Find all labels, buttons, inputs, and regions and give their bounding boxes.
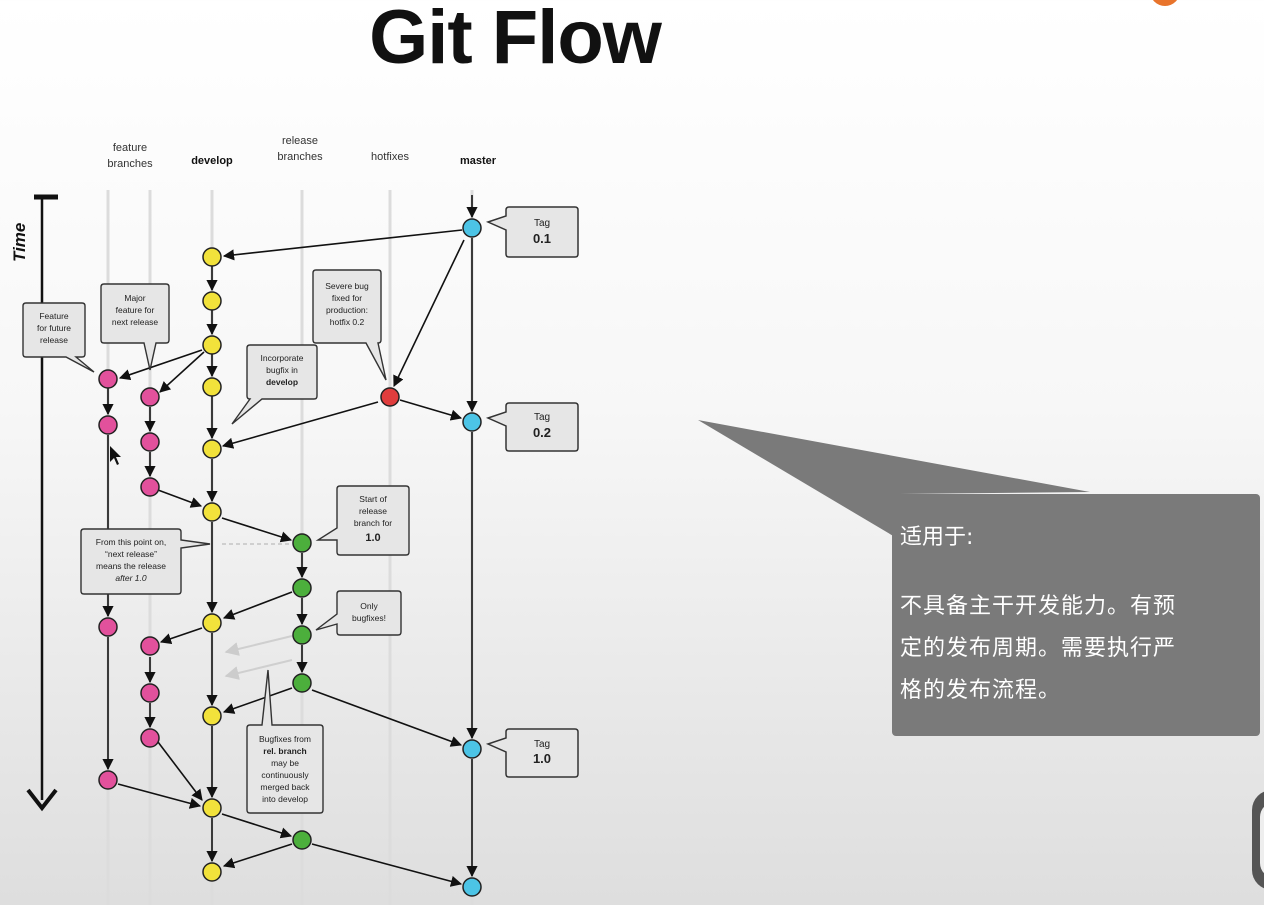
release-commit (292, 578, 312, 598)
tag-0-2-label: Tag (534, 412, 550, 423)
note-from-this-point-on: From this point on, “next release” means… (80, 528, 211, 595)
develop-commit (202, 439, 222, 459)
svg-text:means the release: means the release (96, 561, 166, 571)
column-header-develop: develop (191, 155, 233, 167)
callout-line: 定的发布周期。需要执行严 (900, 636, 1177, 661)
feature-commit (98, 415, 118, 435)
svg-text:into develop: into develop (262, 794, 308, 804)
svg-text:release: release (359, 506, 387, 516)
svg-text:continuously: continuously (261, 770, 309, 780)
column-header-master: master (460, 155, 497, 167)
svg-text:production:: production: (326, 305, 368, 315)
develop-commit (202, 247, 222, 267)
svg-text:Only: Only (360, 601, 378, 611)
svg-text:bugfix in: bugfix in (266, 365, 298, 375)
feature-commit (98, 770, 118, 790)
svg-text:Major: Major (124, 293, 145, 303)
svg-text:release: release (40, 335, 68, 345)
column-header-release-2: branches (277, 151, 323, 163)
develop-commit (202, 706, 222, 726)
callout-box: 适用于: 不具备主干开发能力。有预 定的发布周期。需要执行严 格的发布流程。 (892, 494, 1260, 736)
callout-heading: 适用于: (900, 525, 974, 550)
master-commit (462, 218, 482, 238)
tag-0-1-label: Tag (534, 218, 550, 229)
svg-text:Feature: Feature (39, 311, 69, 321)
develop-commit (202, 502, 222, 522)
develop-commit (202, 613, 222, 633)
feature-commit (140, 683, 160, 703)
svg-text:bugfixes!: bugfixes! (352, 613, 386, 623)
note-feature-for-future-release: Feature for future release (22, 302, 95, 373)
tag-1-0-version: 1.0 (533, 751, 551, 766)
develop-commit (202, 862, 222, 882)
svg-text:branch for: branch for (354, 518, 392, 528)
column-header-feature-2: branches (107, 158, 153, 170)
svg-text:may be: may be (271, 758, 299, 768)
develop-commit (202, 377, 222, 397)
release-commit (292, 830, 312, 850)
svg-text:Start of: Start of (359, 494, 387, 504)
tag-0-2: Tag 0.2 (485, 402, 579, 452)
column-header-release: release (282, 135, 318, 147)
callout-line: 不具备主干开发能力。有预 (900, 594, 1177, 619)
column-header-feature: feature (113, 142, 147, 154)
feature-commit (140, 477, 160, 497)
note-start-of-release: Start of release branch for 1.0 (315, 485, 410, 556)
time-axis: Time (10, 194, 58, 812)
callout-line: 格的发布流程。 (900, 678, 1062, 703)
svg-text:feature for: feature for (116, 305, 155, 315)
note-major-feature: Major feature for next release (100, 283, 170, 371)
note-severe-bug: Severe bug fixed for production: hotfix … (312, 269, 387, 381)
svg-text:merged back: merged back (260, 782, 310, 792)
develop-commit (202, 335, 222, 355)
svg-text:rel. branch: rel. branch (263, 746, 306, 756)
svg-text:after 1.0: after 1.0 (115, 573, 146, 583)
git-flow-diagram: feature branches develop release branche… (10, 135, 1090, 905)
mouse-cursor-icon (110, 446, 121, 465)
master-commit (462, 877, 482, 897)
release-commit (292, 533, 312, 553)
svg-text:hotfix 0.2: hotfix 0.2 (330, 317, 365, 327)
column-header-hotfixes: hotfixes (371, 151, 409, 163)
note-bugfixes-from-release: Bugfixes from rel. branch may be continu… (246, 669, 324, 814)
feature-commit (98, 617, 118, 637)
svg-text:develop: develop (266, 377, 298, 387)
svg-text:fixed for: fixed for (332, 293, 362, 303)
tag-1-0: Tag 1.0 (485, 728, 579, 778)
feature-commit (140, 728, 160, 748)
tag-0-1-version: 0.1 (533, 231, 551, 246)
release-commit (292, 625, 312, 645)
master-commit (462, 739, 482, 759)
side-handle[interactable] (1252, 790, 1264, 890)
svg-text:From this point on,: From this point on, (96, 537, 166, 547)
feature-commit (140, 387, 160, 407)
develop-commit (202, 291, 222, 311)
note-incorporate-bugfix: Incorporate bugfix in develop (231, 344, 318, 425)
feature-commit (140, 636, 160, 656)
svg-text:for future: for future (37, 323, 71, 333)
svg-text:“next release”: “next release” (105, 549, 157, 559)
tag-1-0-label: Tag (534, 739, 550, 750)
svg-text:Severe bug: Severe bug (325, 281, 369, 291)
develop-commit (202, 798, 222, 818)
release-commit (292, 673, 312, 693)
tag-0-2-version: 0.2 (533, 425, 551, 440)
svg-text:1.0: 1.0 (365, 532, 380, 544)
feature-commit (98, 369, 118, 389)
svg-text:Bugfixes from: Bugfixes from (259, 734, 311, 744)
master-commit (462, 412, 482, 432)
feature-commit (140, 432, 160, 452)
hotfix-commit (380, 387, 400, 407)
callout-body: 不具备主干开发能力。有预 定的发布周期。需要执行严 格的发布流程。 (900, 586, 1236, 712)
svg-text:next release: next release (112, 317, 159, 327)
note-only-bugfixes: Only bugfixes! (315, 590, 402, 636)
svg-text:Incorporate: Incorporate (261, 353, 304, 363)
time-label: Time (10, 223, 29, 262)
tag-0-1: Tag 0.1 (485, 206, 579, 258)
